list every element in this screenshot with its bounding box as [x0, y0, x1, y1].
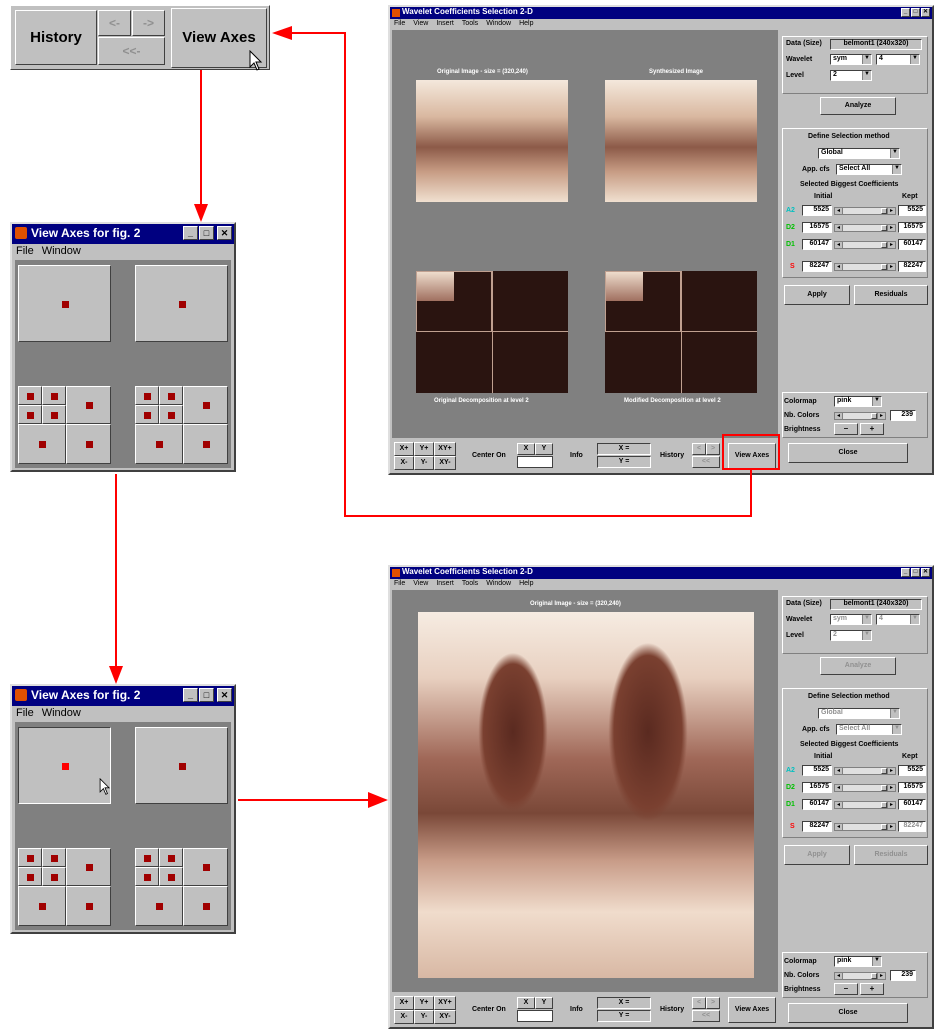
arrow-head-right — [368, 792, 388, 808]
flow-arrows — [109, 26, 752, 808]
arrow-head-down — [109, 666, 123, 684]
arrow-head-left — [272, 26, 292, 40]
arrow-head-down — [194, 204, 208, 222]
